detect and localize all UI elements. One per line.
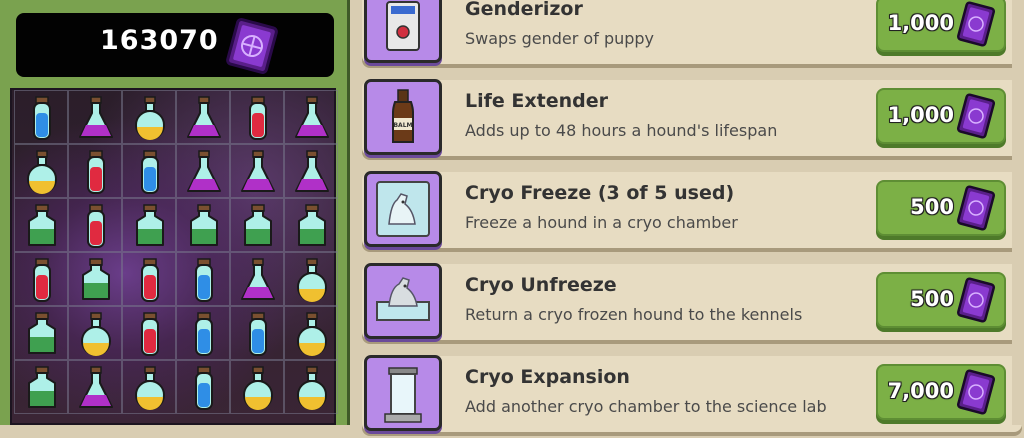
potion-cell[interactable]: [14, 144, 68, 198]
potion-cell[interactable]: [68, 360, 122, 414]
potion-cell[interactable]: [284, 252, 338, 306]
shop-item-cryo-expansion[interactable]: Cryo Expansion Add another cryo chamber …: [362, 355, 1024, 438]
potion-cell[interactable]: [14, 198, 68, 252]
purple-card-icon: [220, 17, 284, 79]
shop-item-desc: Add another cryo chamber to the science …: [465, 397, 827, 416]
shop-list: Genderizor Swaps gender of puppy 1,000 B…: [360, 0, 1024, 432]
potion-cell[interactable]: [284, 144, 338, 198]
potion-cell[interactable]: [14, 252, 68, 306]
potion-cell[interactable]: [230, 198, 284, 252]
shop-item-name: Cryo Freeze (3 of 5 used): [465, 182, 735, 204]
potion-cell[interactable]: [68, 198, 122, 252]
potion-cell[interactable]: [176, 252, 230, 306]
potion-cell[interactable]: [14, 90, 68, 144]
shop-item-genderizor[interactable]: Genderizor Swaps gender of puppy 1,000: [362, 0, 1024, 70]
potion-cell[interactable]: [230, 90, 284, 144]
shop-item-desc: Adds up to 48 hours a hound's lifespan: [465, 121, 778, 140]
potion-cell[interactable]: [176, 360, 230, 414]
potion-cell[interactable]: [284, 198, 338, 252]
potion-cell[interactable]: [230, 252, 284, 306]
potion-grid: [14, 90, 338, 414]
potion-cell[interactable]: [176, 144, 230, 198]
potion-cell[interactable]: [122, 306, 176, 360]
potion-cell[interactable]: [122, 90, 176, 144]
frozen-dog-icon: [364, 171, 442, 247]
purple-card-icon: [954, 185, 998, 235]
potion-cell[interactable]: [230, 360, 284, 414]
shop-item-cryo-freeze[interactable]: Cryo Freeze (3 of 5 used) Freeze a hound…: [362, 171, 1024, 254]
buy-cryo-freeze-button[interactable]: 500: [876, 180, 1006, 236]
purple-card-icon: [954, 369, 998, 419]
cryo-chamber-icon: [364, 355, 442, 431]
buy-genderizor-button[interactable]: 1,000: [876, 0, 1006, 52]
scrollbar[interactable]: [1012, 0, 1024, 425]
potion-cell[interactable]: [284, 306, 338, 360]
potion-cell[interactable]: [122, 360, 176, 414]
bottle-icon: BALM: [364, 79, 442, 155]
potion-cell[interactable]: [176, 306, 230, 360]
buy-cryo-unfreeze-button[interactable]: 500: [876, 272, 1006, 328]
potion-cell[interactable]: [14, 306, 68, 360]
shop-item-name: Cryo Unfreeze: [465, 274, 617, 296]
potion-cell[interactable]: [122, 144, 176, 198]
purple-card-icon: [954, 93, 998, 143]
purple-card-icon: [954, 1, 998, 51]
potion-cell[interactable]: [176, 198, 230, 252]
shop-item-name: Cryo Expansion: [465, 366, 630, 388]
shop-item-life-extender[interactable]: BALM Life Extender Adds up to 48 hours a…: [362, 79, 1024, 162]
purple-card-icon: [954, 277, 998, 327]
bottle-label: BALM: [393, 122, 412, 129]
thawing-dog-icon: [364, 263, 442, 339]
buy-cryo-expansion-button[interactable]: 7,000: [876, 364, 1006, 420]
genderizor-machine-icon: [364, 0, 442, 63]
shop-item-name: Life Extender: [465, 90, 608, 112]
potion-cell[interactable]: [68, 252, 122, 306]
price-value: 7,000: [887, 379, 954, 403]
price-value: 500: [910, 287, 954, 311]
shop-item-desc: Swaps gender of puppy: [465, 29, 655, 48]
shop-item-desc: Return a cryo frozen hound to the kennel…: [465, 305, 803, 324]
potion-cell[interactable]: [176, 90, 230, 144]
potion-cell[interactable]: [68, 144, 122, 198]
potion-cell[interactable]: [230, 306, 284, 360]
potion-cell[interactable]: [284, 360, 338, 414]
potion-cell[interactable]: [122, 252, 176, 306]
potion-cell[interactable]: [230, 144, 284, 198]
potion-cell[interactable]: [68, 306, 122, 360]
shop-item-cryo-unfreeze[interactable]: Cryo Unfreeze Return a cryo frozen hound…: [362, 263, 1024, 346]
price-value: 1,000: [887, 11, 954, 35]
buy-life-extender-button[interactable]: 1,000: [876, 88, 1006, 144]
shop-item-desc: Freeze a hound in a cryo chamber: [465, 213, 738, 232]
price-value: 1,000: [887, 103, 954, 127]
shop-item-name: Genderizor: [465, 0, 583, 20]
potion-board: [10, 88, 338, 425]
potion-cell[interactable]: [122, 198, 176, 252]
potion-cell[interactable]: [284, 90, 338, 144]
score-value: 163070: [100, 25, 219, 56]
potion-cell[interactable]: [14, 360, 68, 414]
score-display: 163070: [16, 13, 334, 77]
price-value: 500: [910, 195, 954, 219]
potion-game-panel: 163070: [0, 0, 350, 425]
potion-cell[interactable]: [68, 90, 122, 144]
